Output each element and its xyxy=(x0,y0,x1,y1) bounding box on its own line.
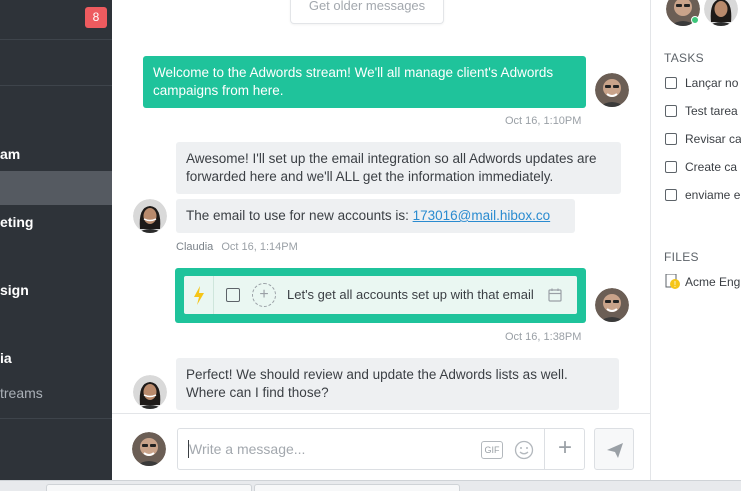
sidebar: 8 am eting sign ia treams xyxy=(0,0,112,480)
assign-user-icon[interactable]: + xyxy=(252,283,276,307)
bottom-tab[interactable] xyxy=(46,484,252,491)
send-button[interactable] xyxy=(594,428,634,470)
files-section-title: FILES xyxy=(664,250,699,264)
file-name[interactable]: Acme Eng xyxy=(685,275,740,289)
user-avatar-icon xyxy=(133,199,167,233)
svg-text:!: ! xyxy=(674,280,676,289)
message-bubble: The email to use for new accounts is: 17… xyxy=(176,199,575,233)
message-timestamp: Oct 16, 1:38PM xyxy=(505,331,582,343)
sidebar-divider xyxy=(0,85,112,86)
user-avatar-icon xyxy=(595,73,629,107)
get-older-messages-button[interactable]: Get older messages xyxy=(290,0,444,24)
message-input-placeholder: Write a message... xyxy=(189,441,306,457)
message-composer: Write a message... GIF + xyxy=(112,413,650,480)
task-item-label[interactable]: Revisar ca xyxy=(685,132,741,146)
task-title[interactable]: Let's get all accounts set up with that … xyxy=(287,287,534,302)
avatar[interactable] xyxy=(133,199,167,233)
attach-button[interactable]: + xyxy=(544,429,586,469)
message-meta: Claudia Oct 16, 1:14PM xyxy=(176,241,298,253)
emoji-icon[interactable] xyxy=(514,440,534,460)
user-avatar-icon xyxy=(132,432,166,466)
user-avatar-icon xyxy=(704,0,738,26)
sidebar-item-active[interactable] xyxy=(0,171,112,205)
right-panel: TASKS Lançar no Test tarea Revisar ca Cr… xyxy=(651,0,741,480)
task-item-label[interactable]: Create ca xyxy=(685,160,737,174)
task-item-label[interactable]: Lançar no xyxy=(685,76,738,90)
notification-badge[interactable]: 8 xyxy=(85,7,107,28)
app-window: 8 am eting sign ia treams Get older mess… xyxy=(0,0,741,491)
message-bubble: Welcome to the Adwords stream! We'll all… xyxy=(143,56,586,108)
bottom-bar xyxy=(0,480,741,491)
sidebar-item-media[interactable]: ia xyxy=(0,350,112,366)
message-author: Claudia xyxy=(176,241,214,253)
task-checkbox[interactable] xyxy=(665,189,677,201)
task-checkbox[interactable] xyxy=(665,77,677,89)
avatar[interactable] xyxy=(133,375,167,409)
user-avatar-icon xyxy=(595,288,629,322)
task-card[interactable]: + Let's get all accounts set up with tha… xyxy=(184,276,577,314)
message-timestamp: Oct 16, 1:10PM xyxy=(505,115,582,127)
message-input[interactable]: Write a message... GIF + xyxy=(177,428,585,470)
gif-button[interactable]: GIF xyxy=(481,441,503,459)
task-checkbox[interactable] xyxy=(665,133,677,145)
avatar[interactable] xyxy=(595,288,629,322)
task-item-label[interactable]: Test tarea xyxy=(685,104,738,118)
avatar xyxy=(132,432,166,466)
task-checkbox[interactable] xyxy=(226,288,240,302)
calendar-icon[interactable] xyxy=(547,287,563,303)
lightning-icon xyxy=(184,276,214,314)
file-warning-icon: ! xyxy=(665,274,680,289)
avatar[interactable] xyxy=(595,73,629,107)
message-bubble: Perfect! We should review and update the… xyxy=(176,358,619,410)
message-timestamp: Oct 16, 1:14PM xyxy=(221,241,298,253)
chat-panel: Get older messages Welcome to the Adword… xyxy=(112,0,651,480)
sidebar-header: 8 xyxy=(0,0,112,40)
task-item-label[interactable]: enviame e xyxy=(685,188,740,202)
sidebar-item-streams[interactable]: treams xyxy=(0,385,112,401)
task-checkbox[interactable] xyxy=(665,105,677,117)
sidebar-item-team[interactable]: am xyxy=(0,146,112,162)
sidebar-item-design[interactable]: sign xyxy=(0,282,112,298)
send-icon xyxy=(607,443,623,458)
message-text: The email to use for new accounts is: xyxy=(186,208,413,223)
message-bubble: Awesome! I'll set up the email integrati… xyxy=(176,142,621,194)
sidebar-divider xyxy=(0,418,112,419)
member-avatar[interactable] xyxy=(704,0,738,26)
task-message[interactable]: + Let's get all accounts set up with tha… xyxy=(175,268,586,323)
online-status-dot xyxy=(691,16,699,24)
tasks-section-title: TASKS xyxy=(664,51,704,65)
sidebar-item-marketing[interactable]: eting xyxy=(0,214,112,230)
user-avatar-icon xyxy=(133,375,167,409)
bottom-tab[interactable] xyxy=(254,484,460,491)
email-link[interactable]: 173016@mail.hibox.co xyxy=(413,208,551,223)
task-checkbox[interactable] xyxy=(665,161,677,173)
